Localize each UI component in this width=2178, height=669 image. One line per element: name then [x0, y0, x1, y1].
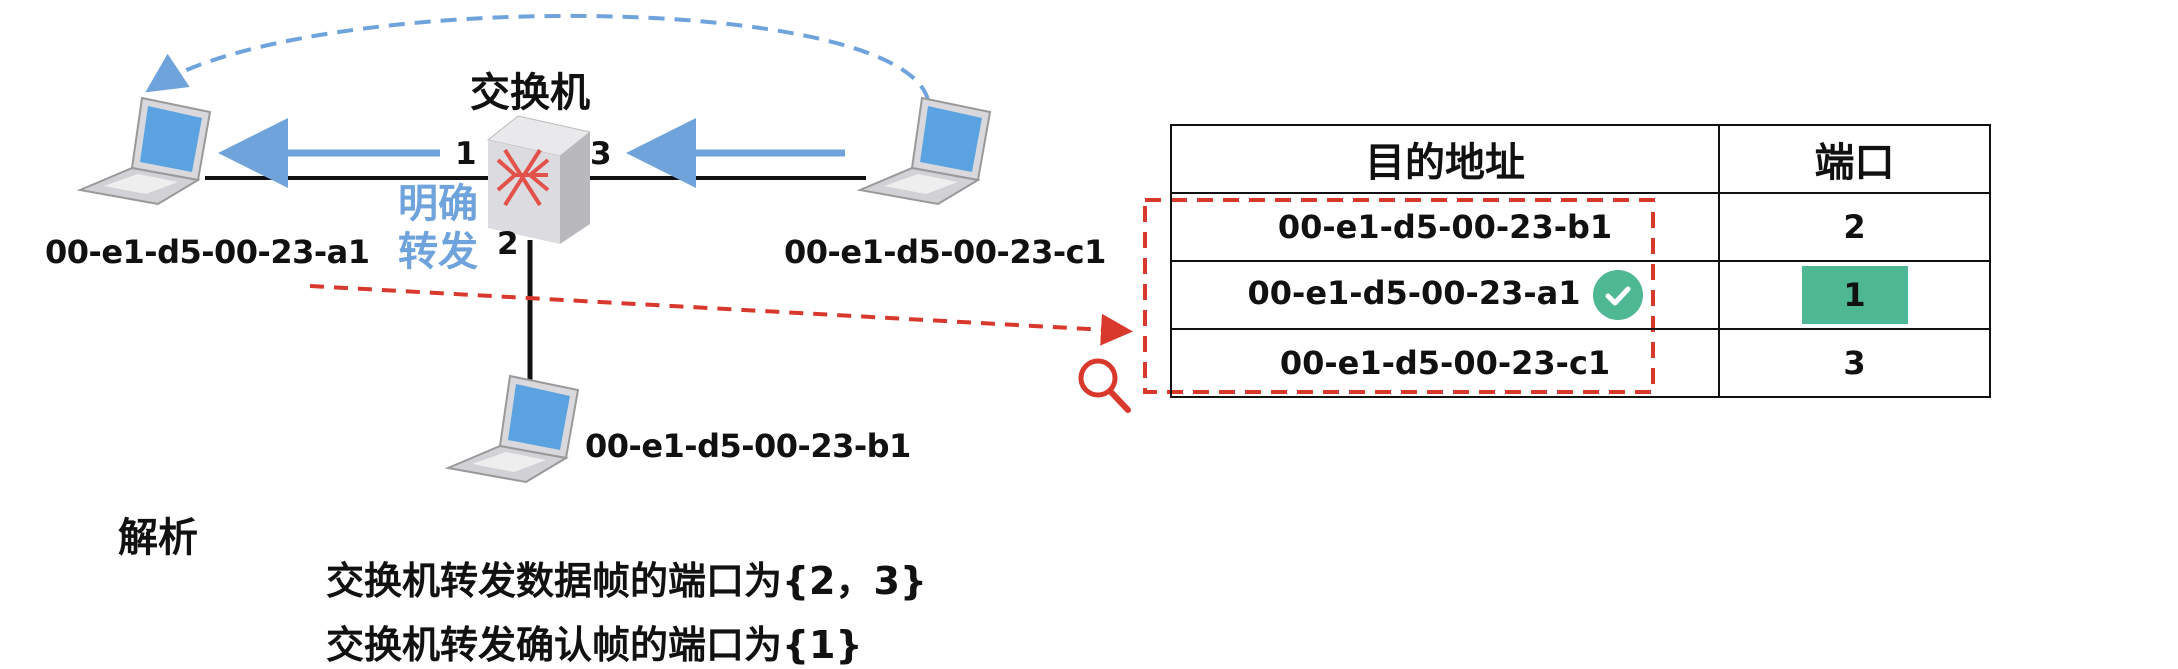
analysis-line-2: 交换机转发确认帧的端口为{1} — [326, 623, 863, 667]
port-3-label: 3 — [590, 136, 612, 172]
lookup-arrow — [309, 284, 1133, 346]
switch-label: 交换机 — [470, 70, 590, 116]
port-1-label: 1 — [455, 136, 477, 172]
forward-label-line1: 明确 — [398, 181, 478, 227]
host-c1-mac: 00-e1-d5-00-23-c1 — [784, 233, 1106, 271]
row-address: 00-e1-d5-00-23-b1 — [1170, 192, 1720, 262]
laptop-b1-icon — [444, 374, 580, 484]
forward-label-line2: 转发 — [398, 229, 478, 275]
switch-icon — [486, 115, 592, 244]
row-address-cell: 00-e1-d5-00-23-a1 — [1170, 260, 1720, 330]
row-port-cell: 1 — [1718, 260, 1991, 330]
header-port: 端口 — [1718, 124, 1991, 194]
row-port-highlighted: 1 — [1801, 266, 1908, 324]
row-address: 00-e1-d5-00-23-c1 — [1170, 328, 1720, 398]
laptop-a1-icon — [76, 96, 212, 206]
row-port: 3 — [1718, 328, 1991, 398]
mac-address-table: 目的地址 端口 00-e1-d5-00-23-b1 2 00-e1-d5-00-… — [1170, 124, 1991, 398]
row-port: 2 — [1718, 192, 1991, 262]
analysis-line-1: 交换机转发数据帧的端口为{2，3} — [326, 559, 927, 603]
laptop-c1-icon — [856, 96, 992, 206]
row-address: 00-e1-d5-00-23-a1 — [1247, 274, 1581, 312]
forward-label: 明确 转发 — [393, 180, 483, 276]
check-icon — [1592, 270, 1643, 320]
table-row: 00-e1-d5-00-23-c1 3 — [1170, 328, 1991, 398]
port-2-label: 2 — [497, 226, 519, 262]
magnifier-icon — [1078, 358, 1131, 413]
header-address: 目的地址 — [1170, 124, 1720, 194]
host-b1-mac: 00-e1-d5-00-23-b1 — [585, 427, 911, 465]
table-row: 00-e1-d5-00-23-b1 2 — [1170, 192, 1991, 262]
table-row-matched: 00-e1-d5-00-23-a1 1 — [1170, 260, 1991, 330]
host-a1-mac: 00-e1-d5-00-23-a1 — [45, 233, 370, 271]
table-header-row: 目的地址 端口 — [1170, 124, 1991, 194]
analysis-title: 解析 — [118, 515, 198, 561]
